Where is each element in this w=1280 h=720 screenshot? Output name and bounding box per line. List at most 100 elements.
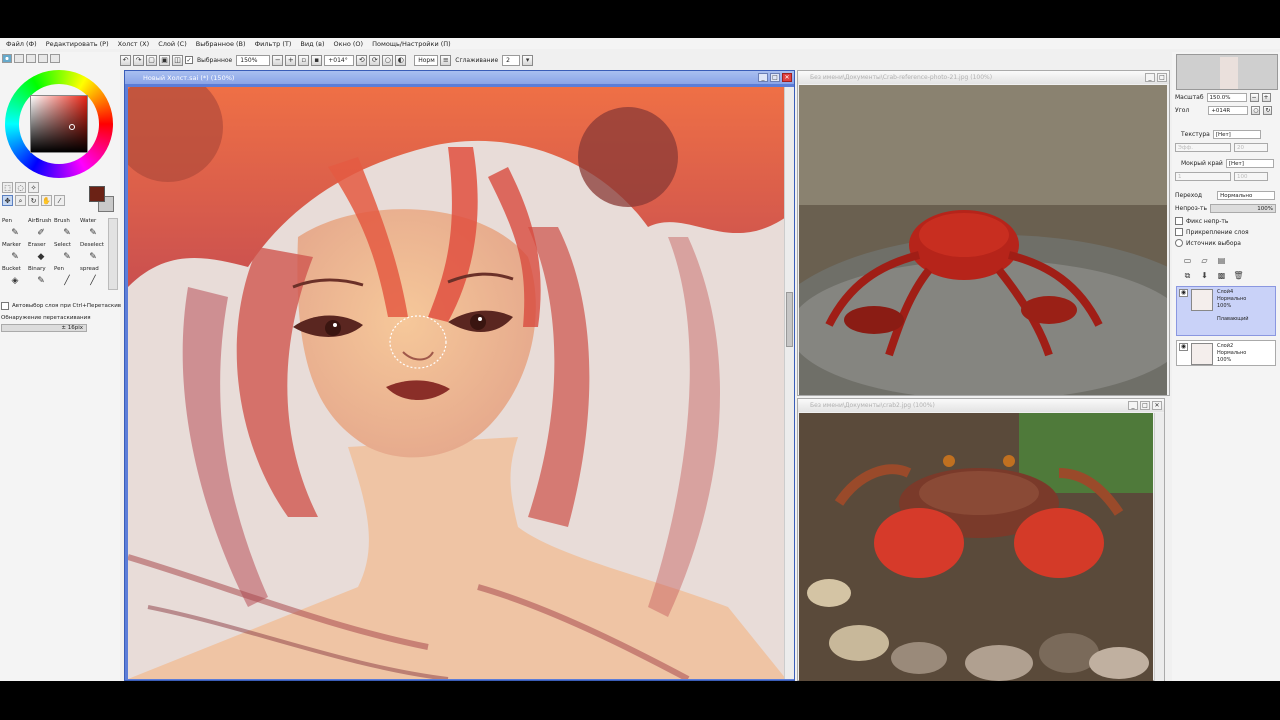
menu-layer[interactable]: Слой (С) <box>156 38 194 49</box>
flip-button[interactable]: ◐ <box>395 54 407 66</box>
ref2-maximize-button[interactable]: □ <box>1140 401 1150 410</box>
mode-field[interactable]: Норм <box>414 54 439 66</box>
menu-filter[interactable]: Фильтр (Т) <box>253 38 299 49</box>
tool-spread[interactable]: spread ╱ <box>79 266 105 290</box>
copy-layer-icon[interactable]: ⧉ <box>1182 270 1193 281</box>
maximize-button[interactable]: □ <box>770 73 780 82</box>
drag-detect-slider[interactable]: ± 16pix <box>1 324 87 332</box>
canvas-scroll-thumb[interactable] <box>786 292 793 347</box>
blend-mode-select[interactable]: Нормально <box>1217 191 1276 200</box>
eyedropper-icon[interactable]: ⁄ <box>54 195 65 206</box>
tool-pen2[interactable]: Pen ╱ <box>53 266 79 290</box>
auto-select-checkbox[interactable] <box>1 302 9 310</box>
primary-color-swatch[interactable] <box>89 186 105 202</box>
rect-select-icon[interactable]: ⬚ <box>2 182 13 193</box>
new-linework-layer-icon[interactable]: ▱ <box>1199 255 1210 266</box>
selection-source-row[interactable]: Источник выбора <box>1175 239 1241 247</box>
ref2-scrollbar[interactable] <box>1154 413 1164 681</box>
layer-item[interactable]: ◉ Слой2 Нормально 100% <box>1176 340 1276 366</box>
clipping-checkbox[interactable] <box>1175 228 1183 236</box>
scratchpad-icon[interactable] <box>50 54 60 63</box>
clear-layer-icon[interactable]: ▩ <box>1216 270 1227 281</box>
preserve-opacity-row[interactable]: Фикс непр-ть <box>1175 217 1228 225</box>
rotate-reset-button[interactable]: ○ <box>382 54 394 66</box>
new-layer-icon[interactable]: ▭ <box>1182 255 1193 266</box>
selection-source-radio[interactable] <box>1175 239 1183 247</box>
clipping-row[interactable]: Прикрепление слоя <box>1175 228 1249 236</box>
color-picker-marker[interactable] <box>69 124 75 130</box>
menu-view[interactable]: Вид (в) <box>298 38 331 49</box>
tool-brush[interactable]: Brush ✎ <box>53 218 79 242</box>
invert-selection-button[interactable]: ▣ <box>159 54 170 66</box>
texture-select[interactable]: [Нет] <box>1212 130 1261 139</box>
new-folder-icon[interactable]: ▤ <box>1216 255 1227 266</box>
ref2-close-button[interactable]: ✕ <box>1152 401 1162 410</box>
tool-airbrush[interactable]: AirBrush ✐ <box>27 218 53 242</box>
menu-selection[interactable]: Выбранное (В) <box>194 38 253 49</box>
rotate-right-button[interactable]: ⟳ <box>369 54 381 66</box>
color-wheel[interactable] <box>5 70 113 178</box>
zoom-plus-button[interactable]: + <box>1261 93 1271 102</box>
move-icon[interactable]: ✥ <box>2 195 13 206</box>
ref1-minimize-button[interactable]: _ <box>1145 73 1155 82</box>
opacity-slider[interactable]: 100% <box>1210 204 1276 213</box>
saturation-value-square[interactable] <box>30 95 88 153</box>
zoom-in-button[interactable]: + <box>285 54 297 66</box>
angle-rotate-button[interactable]: ↻ <box>1263 106 1273 115</box>
smoothing-field[interactable]: 2 <box>502 54 521 66</box>
visibility-eye-icon[interactable]: ◉ <box>1179 289 1188 297</box>
color-wheel-mode-icon[interactable] <box>2 54 12 63</box>
stabilizer-button[interactable]: ≡ <box>440 54 452 66</box>
visibility-eye-icon[interactable]: ◉ <box>1179 343 1188 351</box>
tool-marker[interactable]: Marker ✎ <box>1 242 27 266</box>
tool-deselect[interactable]: Deselect ✎ <box>79 242 105 266</box>
zoom-minus-button[interactable]: − <box>1249 93 1259 102</box>
tool-water[interactable]: Water ✎ <box>79 218 105 242</box>
canvas-title-bar[interactable]: Новый Холст.sai (*) (150%) _ □ ✕ <box>125 71 794 84</box>
rotate-left-button[interactable]: ⟲ <box>356 54 368 66</box>
merge-down-icon[interactable]: ⬇ <box>1199 270 1210 281</box>
canvas-vertical-scrollbar[interactable] <box>784 87 794 679</box>
reference-title-bar-2[interactable]: Без имени\Документы\crab2.jpg (100%) _ □… <box>798 399 1164 412</box>
reference-title-bar-1[interactable]: Без имени\Документы\Crab-reference-photo… <box>798 71 1169 84</box>
angle-reset-button[interactable]: ○ <box>1251 106 1261 115</box>
drawing-canvas[interactable] <box>128 87 786 679</box>
hsv-slider-icon[interactable] <box>26 54 36 63</box>
minimize-button[interactable]: _ <box>758 73 768 82</box>
rgb-slider-icon[interactable] <box>14 54 24 63</box>
menu-file[interactable]: Файл (Ф) <box>4 38 44 49</box>
zoom-field[interactable]: 150% <box>236 54 271 66</box>
rotate-icon[interactable]: ↻ <box>28 195 39 206</box>
redo-button[interactable]: ↷ <box>133 54 144 66</box>
wet-edge-select[interactable]: [Нет] <box>1225 159 1274 168</box>
ref1-maximize-button[interactable]: □ <box>1157 73 1167 82</box>
menu-edit[interactable]: Редактировать (Р) <box>44 38 116 49</box>
deselect-button[interactable]: ▢ <box>146 54 157 66</box>
layer-item[interactable]: ◉ Слой4 Нормально 100% Плавающий <box>1176 286 1276 336</box>
magic-wand-icon[interactable]: ✧ <box>28 182 39 193</box>
show-selection-button[interactable]: ◫ <box>172 54 183 66</box>
angle-field[interactable]: +014° <box>324 54 355 66</box>
hand-icon[interactable]: ✋ <box>41 195 52 206</box>
selection-checkbox[interactable]: ✓ <box>185 56 193 64</box>
menu-canvas[interactable]: Холст (Х) <box>116 38 157 49</box>
menu-help[interactable]: Помощь/Настройки (П) <box>370 38 458 49</box>
angle-value-field[interactable]: +014R <box>1208 106 1249 115</box>
zoom-icon[interactable]: ⌕ <box>15 195 26 206</box>
close-button[interactable]: ✕ <box>782 73 792 82</box>
delete-layer-icon[interactable]: 🗑 <box>1233 270 1244 281</box>
zoom-reset-button[interactable]: ▫ <box>298 54 310 66</box>
tool-select[interactable]: Select ✎ <box>53 242 79 266</box>
lasso-icon[interactable]: ◌ <box>15 182 26 193</box>
tool-binary[interactable]: Binary ✎ <box>27 266 53 290</box>
zoom-fit-button[interactable]: ▪ <box>311 54 323 66</box>
tool-bucket[interactable]: Bucket ◈ <box>1 266 27 290</box>
zoom-out-button[interactable]: − <box>272 54 284 66</box>
ref2-minimize-button[interactable]: _ <box>1128 401 1138 410</box>
auto-select-option[interactable]: Автовыбор слоя при Ctrl+Перетаскив <box>1 302 121 310</box>
brush-scrollbar[interactable] <box>108 218 118 290</box>
zoom-value-field[interactable]: 150.0% <box>1206 93 1247 102</box>
preserve-opacity-checkbox[interactable] <box>1175 217 1183 225</box>
undo-button[interactable]: ↶ <box>120 54 131 66</box>
menu-window[interactable]: Окно (О) <box>332 38 371 49</box>
